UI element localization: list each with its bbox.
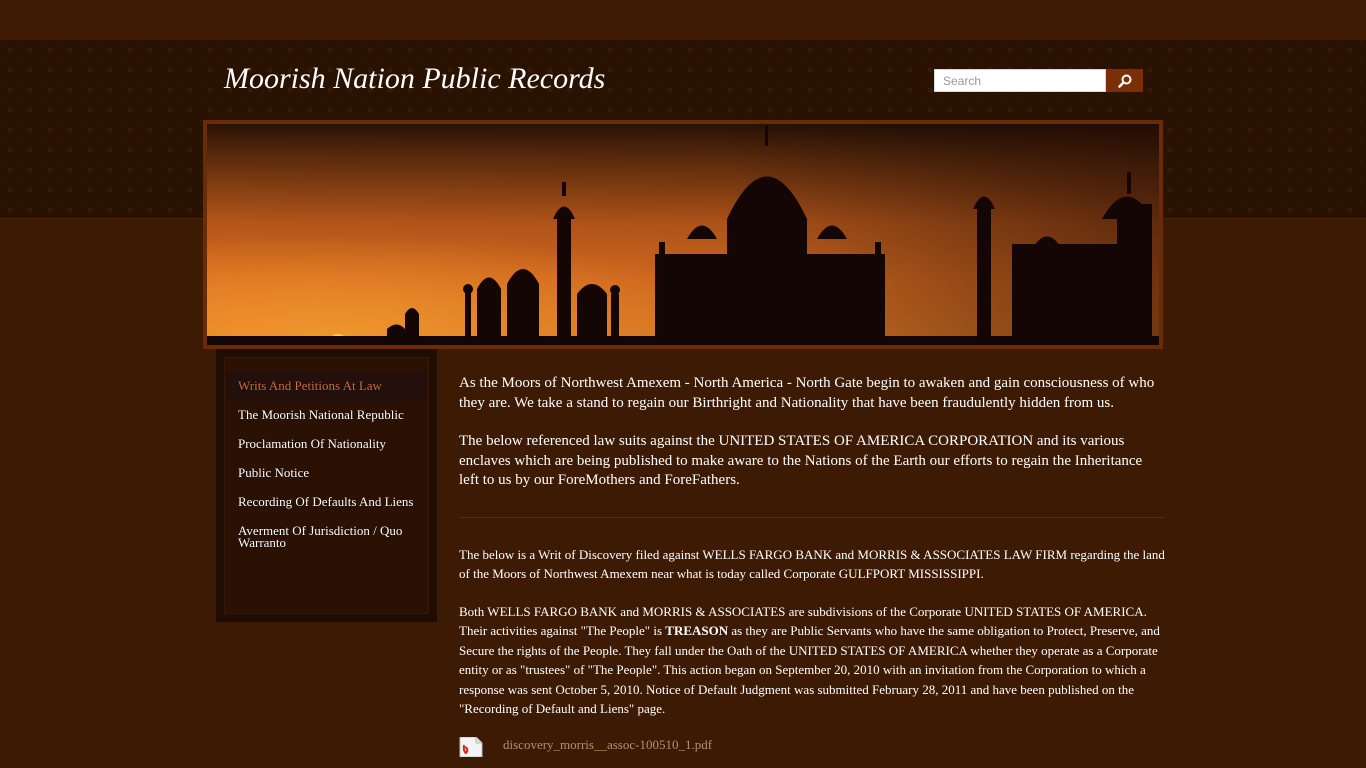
- search-input[interactable]: [934, 69, 1106, 92]
- content-divider: [459, 516, 1165, 518]
- pdf-file-link[interactable]: discovery_morris__assoc-100510_1.pdf: [503, 737, 712, 753]
- sidebar-inner: Writs And Petitions At Law The Moorish N…: [224, 357, 429, 614]
- nav-item-proclamation[interactable]: Proclamation Of Nationality: [225, 430, 428, 459]
- search-box: [934, 69, 1143, 92]
- nav-link-public-notice[interactable]: Public Notice: [225, 459, 428, 488]
- nav-item-moorish-republic[interactable]: The Moorish National Republic: [225, 401, 428, 430]
- search-icon: [1117, 74, 1131, 88]
- taj-mahal-sunset-image: [207, 124, 1159, 345]
- nav-link-averment[interactable]: Averment Of Jurisdiction / Quo Warranto: [225, 517, 428, 558]
- sidebar: Writs And Petitions At Law The Moorish N…: [216, 349, 437, 622]
- nav-item-recording[interactable]: Recording Of Defaults And Liens: [225, 488, 428, 517]
- nav-link-writs[interactable]: Writs And Petitions At Law: [225, 372, 428, 401]
- nav-item-public-notice[interactable]: Public Notice: [225, 459, 428, 488]
- nav-link-recording[interactable]: Recording Of Defaults And Liens: [225, 488, 428, 517]
- treason-paragraph: Both WELLS FARGO BANK and MORRIS & ASSOC…: [459, 602, 1165, 719]
- nav-menu: Writs And Petitions At Law The Moorish N…: [225, 372, 428, 558]
- nav-link-moorish-republic[interactable]: The Moorish National Republic: [225, 401, 428, 430]
- search-button[interactable]: [1106, 69, 1143, 92]
- writ-description: The below is a Writ of Discovery filed a…: [459, 546, 1165, 582]
- nav-item-averment[interactable]: Averment Of Jurisdiction / Quo Warranto: [225, 517, 428, 558]
- nav-link-proclamation[interactable]: Proclamation Of Nationality: [225, 430, 428, 459]
- pdf-file-icon[interactable]: [459, 736, 483, 757]
- top-bar: [0, 0, 1366, 41]
- nav-item-writs[interactable]: Writs And Petitions At Law: [225, 372, 428, 401]
- treason-emphasis: TREASON: [665, 623, 729, 638]
- intro-paragraph-2: The below referenced law suits against t…: [459, 433, 1143, 488]
- header-banner-image: [203, 120, 1163, 349]
- intro-paragraph-1: As the Moors of Northwest Amexem - North…: [459, 375, 1155, 411]
- file-attachment: discovery_morris__assoc-100510_1.pdf: [459, 736, 1165, 757]
- main-content: As the Moors of Northwest Amexem - North…: [459, 374, 1165, 757]
- site-title[interactable]: Moorish Nation Public Records: [224, 62, 605, 96]
